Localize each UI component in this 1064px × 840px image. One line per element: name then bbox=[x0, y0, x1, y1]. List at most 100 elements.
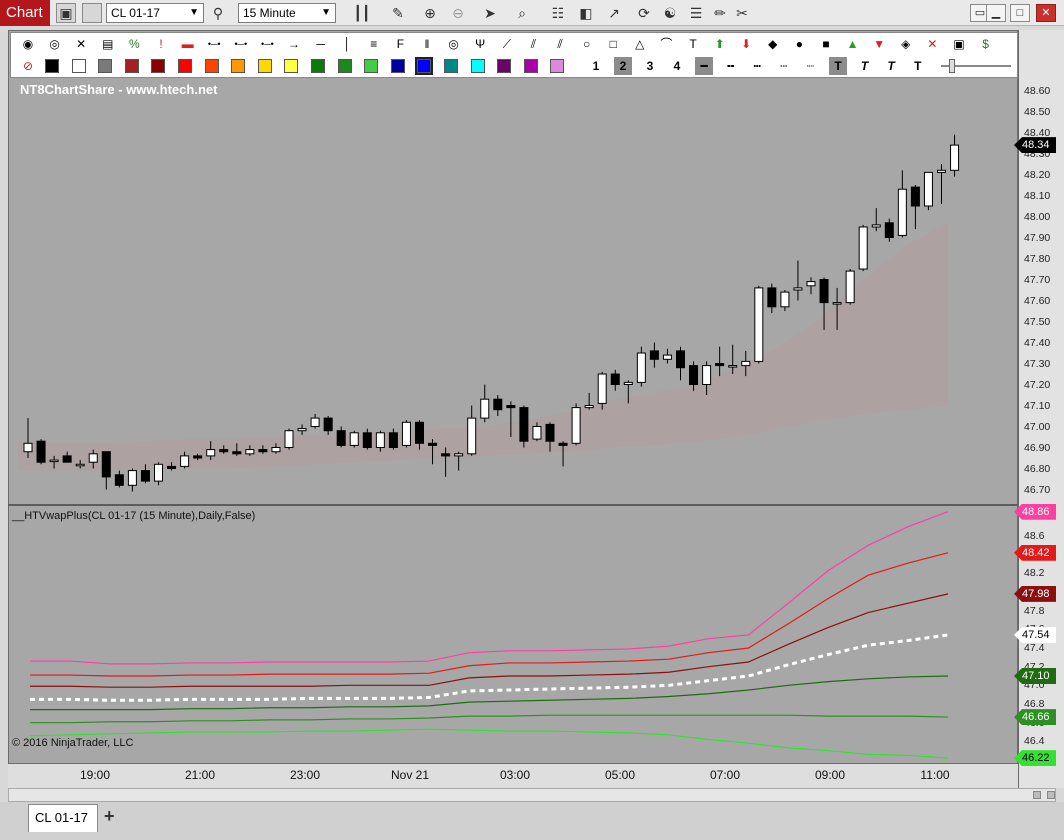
time-tick-label: 11:00 bbox=[920, 768, 950, 782]
candle-up bbox=[950, 144, 960, 171]
candle-up bbox=[245, 449, 255, 455]
candle-down bbox=[676, 350, 685, 369]
price-tick-label: 47.50 bbox=[1024, 315, 1051, 328]
vwap-line bbox=[30, 633, 949, 702]
candle-up bbox=[271, 447, 281, 453]
candle-down bbox=[258, 449, 268, 453]
time-tick-label: 19:00 bbox=[79, 768, 111, 782]
scroll-thumb[interactable] bbox=[1033, 791, 1041, 799]
time-tick-label: 23:00 bbox=[289, 768, 321, 782]
candle-up bbox=[284, 430, 294, 449]
candle-up bbox=[88, 453, 98, 463]
candle-up bbox=[780, 291, 790, 308]
candle-up bbox=[532, 426, 542, 440]
indicator-tick-label: 47.4 bbox=[1024, 642, 1045, 654]
price-tick-label: 47.20 bbox=[1024, 378, 1051, 391]
scroll-right-icon[interactable] bbox=[1047, 791, 1055, 799]
indicator-tick-label: 48.6 bbox=[1024, 530, 1045, 542]
pane-divider[interactable] bbox=[8, 504, 1018, 506]
candle-up bbox=[571, 407, 581, 444]
indicator-tick-label: 46.4 bbox=[1024, 735, 1045, 748]
price-tick-label: 47.60 bbox=[1024, 294, 1051, 307]
price-tick-label: 46.90 bbox=[1024, 441, 1051, 454]
candle-down bbox=[441, 453, 451, 457]
candle-up bbox=[597, 373, 607, 404]
price-tick-label: 48.50 bbox=[1024, 105, 1051, 118]
vwap-value-tag: 47.54 bbox=[1014, 626, 1056, 643]
candle-down bbox=[610, 373, 620, 385]
price-tick-label: 47.10 bbox=[1024, 399, 1051, 412]
candle-down bbox=[193, 455, 203, 459]
candle-up bbox=[793, 287, 803, 291]
vwap-value-tag: 46.22 bbox=[1014, 750, 1056, 767]
candle-down bbox=[323, 417, 333, 432]
candle-up bbox=[897, 188, 907, 236]
candle-down bbox=[36, 440, 46, 463]
candle-up bbox=[375, 432, 385, 448]
indicator-tick-label: 48.2 bbox=[1024, 567, 1045, 580]
candle-down bbox=[219, 449, 229, 453]
chart-canvas[interactable] bbox=[0, 0, 1064, 840]
instrument-tab[interactable]: CL 01-17 bbox=[28, 804, 98, 832]
price-tick-label: 46.80 bbox=[1024, 462, 1051, 475]
candle-up bbox=[871, 224, 881, 228]
candle-down bbox=[506, 405, 516, 409]
candle-down bbox=[140, 470, 150, 482]
candle-down bbox=[114, 474, 124, 486]
candle-up bbox=[636, 352, 646, 383]
candle-down bbox=[519, 407, 529, 442]
add-tab-icon[interactable]: + bbox=[104, 806, 115, 827]
price-tick-label: 48.10 bbox=[1024, 189, 1051, 202]
vwap-line bbox=[30, 714, 949, 724]
price-tick-label: 48.60 bbox=[1024, 84, 1051, 97]
time-tick-label: 03:00 bbox=[499, 768, 531, 782]
indicator-tick-label: 46.8 bbox=[1024, 698, 1045, 710]
candle-down bbox=[649, 350, 659, 360]
candle-down bbox=[715, 363, 725, 367]
instrument-tabs-bar bbox=[0, 802, 1064, 840]
vwap-line bbox=[29, 728, 949, 759]
candle-down bbox=[167, 465, 177, 469]
candle-up bbox=[180, 455, 190, 467]
vwap-value-tag: 48.86 bbox=[1014, 503, 1056, 520]
candle-up bbox=[154, 463, 163, 482]
price-tick-label: 47.90 bbox=[1024, 231, 1051, 244]
vwap-line bbox=[30, 593, 949, 688]
price-tick-label: 47.30 bbox=[1024, 357, 1051, 370]
vwap-line bbox=[30, 675, 949, 711]
candle-up bbox=[845, 270, 855, 304]
price-tick-label: 48.20 bbox=[1024, 168, 1051, 181]
candle-up bbox=[662, 354, 672, 360]
time-tick-label: 07:00 bbox=[709, 768, 741, 782]
candle-down bbox=[336, 430, 346, 446]
candle-down bbox=[232, 451, 242, 455]
candle-down bbox=[558, 442, 568, 446]
price-tick-label: 47.80 bbox=[1024, 252, 1051, 265]
vwap-value-tag: 48.42 bbox=[1014, 544, 1056, 561]
vwap-value-tag: 46.66 bbox=[1014, 709, 1056, 726]
candle-up bbox=[728, 365, 738, 368]
vwap-band-area bbox=[18, 222, 948, 471]
time-tick-label: 21:00 bbox=[184, 768, 216, 782]
candle-up bbox=[127, 470, 137, 486]
candle-up bbox=[702, 365, 712, 386]
horizontal-scrollbar[interactable] bbox=[8, 788, 1056, 802]
candle-down bbox=[545, 423, 555, 442]
candle-up bbox=[584, 405, 594, 409]
candle-down bbox=[493, 398, 503, 411]
vwap-value-tag: 47.10 bbox=[1014, 668, 1056, 684]
candle-down bbox=[101, 451, 111, 478]
indicator-label: __HTVwapPlus(CL 01-17 (15 Minute),Daily,… bbox=[12, 510, 256, 522]
vwap-line bbox=[30, 552, 949, 677]
candle-up bbox=[349, 432, 359, 446]
candle-down bbox=[428, 442, 438, 446]
candle-up bbox=[806, 281, 816, 287]
candle-up bbox=[23, 442, 33, 453]
candle-up bbox=[832, 302, 842, 305]
candle-up bbox=[206, 449, 216, 457]
candle-up bbox=[467, 417, 477, 455]
time-tick-label: 05:00 bbox=[604, 768, 636, 782]
vwap-value-tag: 47.98 bbox=[1014, 585, 1056, 602]
candle-up bbox=[754, 287, 764, 362]
candle-down bbox=[884, 222, 894, 239]
